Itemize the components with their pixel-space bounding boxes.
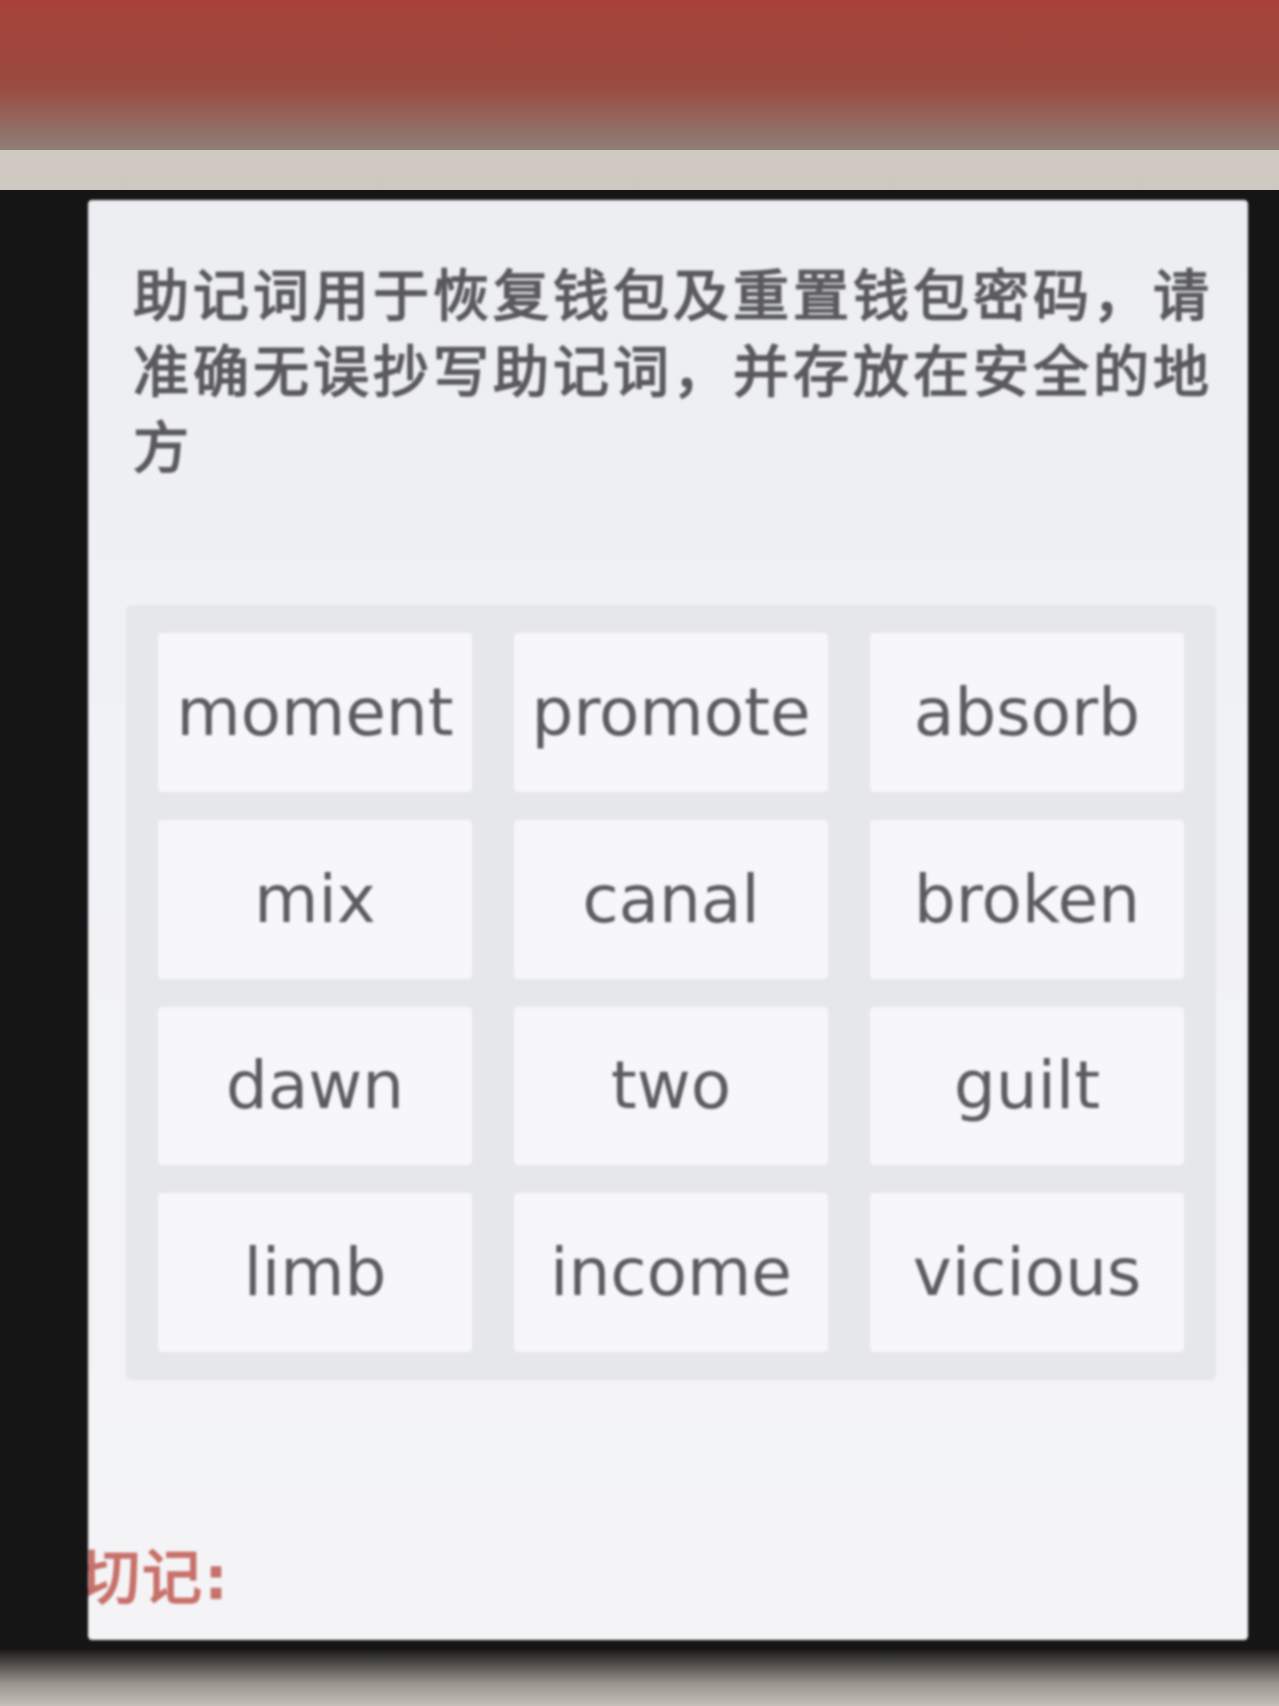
mnemonic-instruction-text: 助记词用于恢复钱包及重置钱包密码，请准确无误抄写助记词，并存放在安全的地方: [133, 265, 1213, 482]
mnemonic-word: guilt: [870, 1006, 1184, 1166]
mnemonic-word-grid: moment promote absorb mix canal broken d…: [126, 605, 1216, 1380]
mnemonic-word: absorb: [870, 633, 1184, 792]
mnemonic-word: two: [514, 1006, 828, 1166]
mnemonic-word: canal: [514, 819, 828, 979]
mnemonic-word: dawn: [158, 1006, 472, 1166]
mnemonic-word: moment: [158, 633, 472, 792]
warning-label: 切记:: [88, 1544, 230, 1614]
mnemonic-word: vicious: [870, 1193, 1184, 1352]
phone-screen: 助记词用于恢复钱包及重置钱包密码，请准确无误抄写助记词，并存放在安全的地方 mo…: [88, 200, 1248, 1640]
mnemonic-word: promote: [514, 633, 828, 792]
mnemonic-word: broken: [870, 819, 1184, 979]
mnemonic-word: income: [514, 1193, 828, 1352]
mnemonic-word: limb: [158, 1193, 472, 1352]
phone-bottom-edge: [0, 1650, 1279, 1706]
mnemonic-word: mix: [158, 819, 472, 979]
